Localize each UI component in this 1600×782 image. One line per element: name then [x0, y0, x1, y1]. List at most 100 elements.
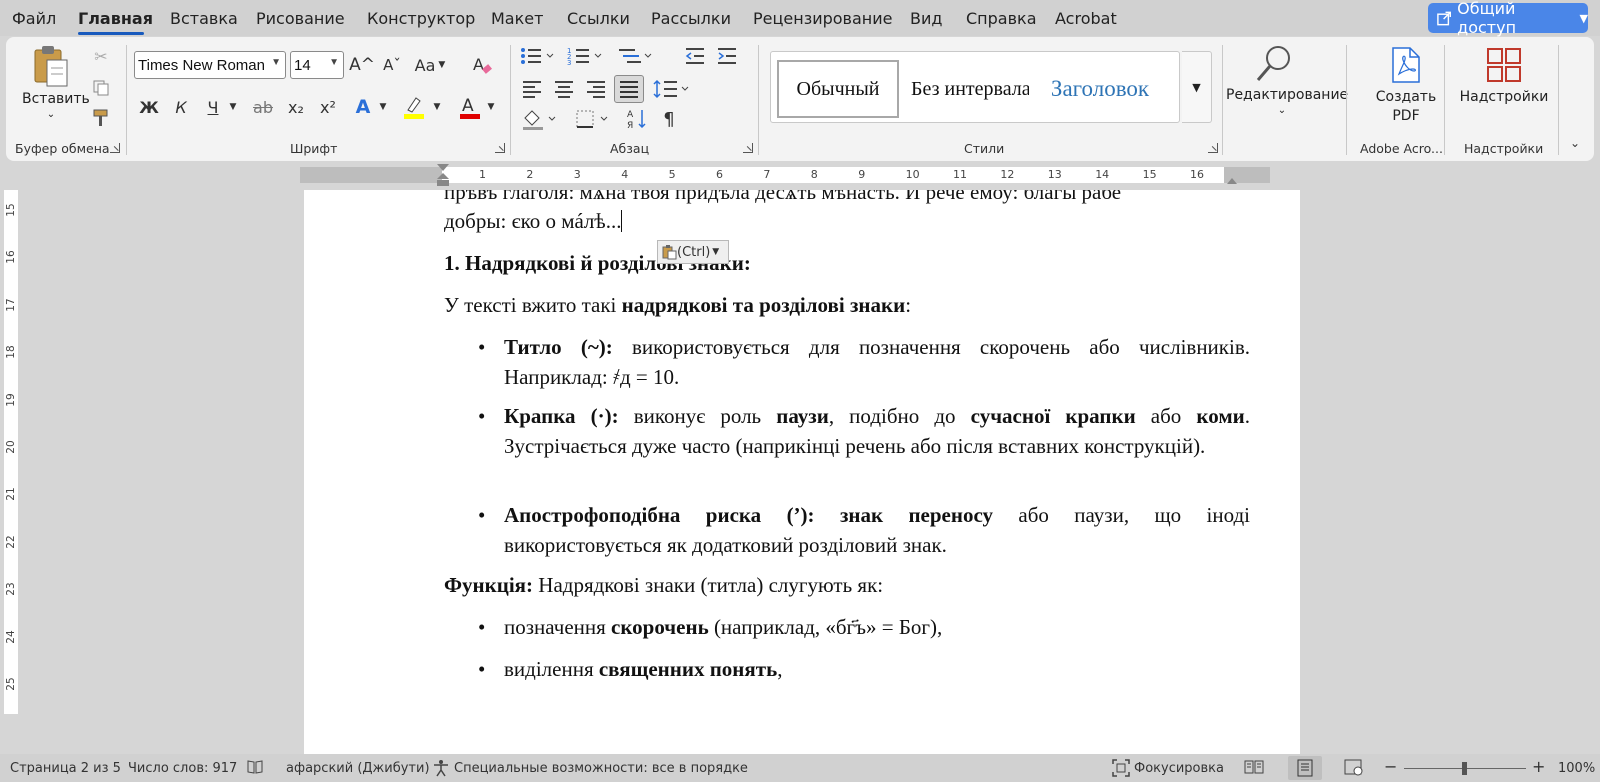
sort-icon: АЯ: [627, 110, 646, 130]
page-count[interactable]: Страница 2 из 5: [10, 761, 121, 776]
font-size-combo[interactable]: 14 ▼: [290, 51, 344, 79]
bold-button[interactable]: Ж: [138, 93, 160, 121]
tab-home[interactable]: Главная: [78, 9, 153, 28]
font-color-dropdown[interactable]: ▼: [484, 93, 498, 121]
focus-button[interactable]: Фокусировка: [1134, 761, 1224, 776]
subscript-button[interactable]: x₂: [284, 93, 308, 121]
text-effects-button[interactable]: A: [350, 93, 376, 121]
chevron-down-icon[interactable]: ⌄: [22, 109, 80, 120]
superscript-button[interactable]: x²: [316, 93, 340, 121]
tab-file[interactable]: Файл: [12, 9, 56, 28]
bullets-button[interactable]: [518, 45, 558, 67]
multilevel-list-button[interactable]: [616, 45, 656, 67]
font-launcher-icon[interactable]: [495, 143, 505, 153]
editing-button[interactable]: [1254, 43, 1294, 87]
read-mode-icon[interactable]: [1244, 759, 1264, 779]
styles-group-label: Стили: [964, 141, 1005, 156]
group-separator: [1558, 45, 1559, 155]
clear-formatting-icon: A: [473, 55, 492, 74]
list-item-bold: сучасної крапки: [970, 404, 1136, 428]
proofing-icon[interactable]: [246, 759, 264, 779]
underline-button[interactable]: Ч: [202, 93, 224, 121]
copy-icon[interactable]: [90, 77, 112, 99]
align-center-button[interactable]: [552, 77, 576, 101]
word-count[interactable]: Число слов: 917: [128, 761, 237, 776]
justify-button[interactable]: [614, 75, 644, 103]
strikethrough-button[interactable]: ab: [250, 93, 276, 121]
list-item-text: Титло (~): використовується для позначен…: [504, 333, 1250, 392]
tab-layout[interactable]: Макет: [491, 9, 543, 28]
paste-options-button[interactable]: (Ctrl) ▼: [657, 240, 729, 264]
change-case-button[interactable]: Aa ▼: [412, 51, 448, 79]
font-size-value: 14: [294, 57, 311, 74]
chevron-down-icon: ▼: [487, 102, 495, 112]
tab-view[interactable]: Вид: [910, 9, 942, 28]
clipboard-launcher-icon[interactable]: [110, 143, 120, 153]
font-color-button[interactable]: A: [456, 93, 484, 121]
numbering-button[interactable]: 123: [566, 45, 606, 67]
grow-font-button[interactable]: A^: [349, 51, 375, 79]
tab-help[interactable]: Справка: [966, 9, 1037, 28]
vruler-number: 21: [5, 487, 17, 502]
list-item-rest: , подібно до: [828, 404, 971, 428]
decrease-indent-icon: [685, 48, 704, 64]
align-right-button[interactable]: [584, 77, 608, 101]
zoom-out-icon[interactable]: −: [1384, 757, 1397, 776]
indent-marker-icon[interactable]: [436, 163, 450, 187]
zoom-in-icon[interactable]: +: [1532, 757, 1545, 776]
pilcrow-icon[interactable]: ¶: [658, 107, 680, 131]
italic-icon: К: [175, 97, 187, 117]
web-layout-icon[interactable]: [1344, 759, 1364, 781]
tab-references[interactable]: Ссылки: [567, 9, 630, 28]
paste-button[interactable]: [22, 43, 80, 89]
create-pdf-button[interactable]: [1388, 45, 1424, 85]
format-painter-icon[interactable]: [90, 107, 112, 129]
print-layout-icon[interactable]: [1288, 756, 1322, 780]
chevron-down-icon: ▼: [1192, 80, 1201, 94]
accessibility-status[interactable]: Специальные возможности: все в порядке: [454, 761, 748, 776]
list-item-bold: паузи: [776, 404, 829, 428]
style-normal[interactable]: Обычный: [777, 60, 899, 118]
cut-icon[interactable]: ✂: [90, 45, 112, 67]
style-heading[interactable]: Заголовок: [1039, 60, 1161, 118]
tab-mailings[interactable]: Рассылки: [651, 9, 731, 28]
paste-badge-label: (Ctrl): [677, 244, 711, 260]
chevron-down-icon[interactable]: ⌄: [1226, 105, 1338, 116]
bullet-dot: •: [478, 404, 486, 428]
paragraph-launcher-icon[interactable]: [743, 143, 753, 153]
group-separator: [758, 45, 759, 155]
font-name-combo[interactable]: Times New Roman ▼: [134, 51, 286, 79]
decrease-indent-button[interactable]: [682, 45, 708, 67]
vertical-ruler[interactable]: 15 16 17 18 19 20 21 22 23 24 25: [4, 190, 18, 714]
language-indicator[interactable]: афарский (Джибути): [286, 761, 430, 776]
tab-insert[interactable]: Вставка: [170, 9, 238, 28]
sort-button[interactable]: АЯ: [626, 107, 650, 131]
tab-acrobat[interactable]: Acrobat: [1055, 9, 1117, 28]
tab-draw[interactable]: Рисование: [256, 9, 345, 28]
clear-formatting-button[interactable]: A: [470, 51, 496, 79]
shading-button[interactable]: [520, 107, 560, 131]
style-no-spacing[interactable]: Без интервала: [907, 60, 1029, 118]
align-left-button[interactable]: [520, 77, 544, 101]
line-spacing-button[interactable]: [652, 77, 692, 101]
underline-dropdown[interactable]: ▼: [226, 93, 240, 121]
document-page[interactable]: прѣвъ глаголя: мѧна твоя придѣла десѧть …: [304, 190, 1300, 754]
vruler-number: 19: [5, 392, 17, 407]
borders-button[interactable]: [574, 107, 614, 131]
tab-review[interactable]: Рецензирование: [753, 9, 892, 28]
text-effects-dropdown[interactable]: ▼: [376, 93, 390, 121]
zoom-slider-thumb[interactable]: [1462, 762, 1467, 775]
italic-button[interactable]: К: [170, 93, 192, 121]
tab-design[interactable]: Конструктор: [367, 9, 475, 28]
styles-more-button[interactable]: ▼: [1182, 51, 1212, 123]
addins-button[interactable]: [1484, 45, 1524, 85]
shrink-font-button[interactable]: Aˇ: [380, 51, 404, 79]
share-button[interactable]: Общий доступ ▼: [1428, 0, 1588, 37]
right-indent-marker-icon[interactable]: [1226, 173, 1238, 185]
styles-launcher-icon[interactable]: [1208, 143, 1218, 153]
increase-indent-button[interactable]: [714, 45, 740, 67]
highlight-button[interactable]: [400, 93, 428, 121]
collapse-ribbon-icon[interactable]: ⌄: [1564, 133, 1586, 153]
highlight-dropdown[interactable]: ▼: [430, 93, 444, 121]
zoom-level[interactable]: 100%: [1558, 761, 1595, 776]
